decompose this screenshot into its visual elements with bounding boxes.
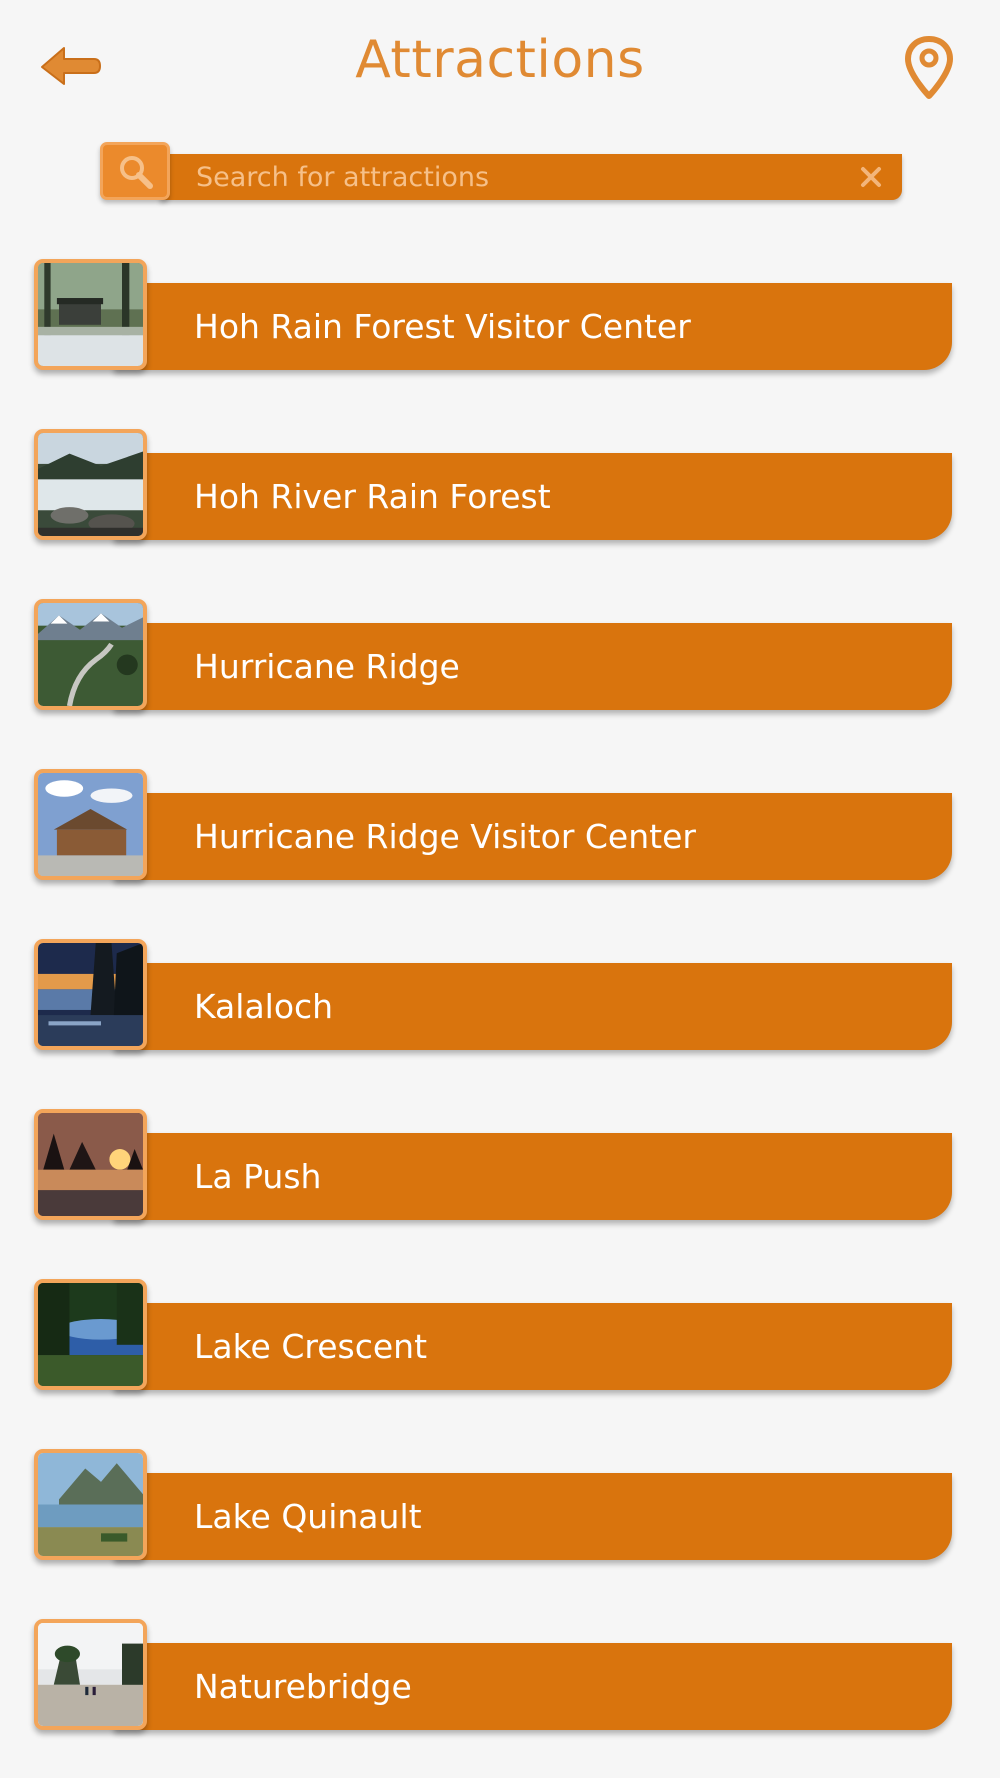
list-item[interactable]: Kalaloch	[34, 939, 954, 1054]
header: Attractions	[0, 0, 1000, 130]
list-item-label: La Push	[194, 1157, 322, 1196]
list-item-label: Lake Quinault	[194, 1497, 422, 1536]
clear-search-button[interactable]	[854, 160, 888, 194]
clear-icon	[861, 167, 881, 187]
list-item-label: Hoh River Rain Forest	[194, 477, 551, 516]
attraction-thumbnail	[34, 429, 147, 540]
list-item-label: Hurricane Ridge	[194, 647, 460, 686]
attraction-thumbnail	[34, 1109, 147, 1220]
list-item[interactable]: Hurricane Ridge	[34, 599, 954, 714]
list-item-label: Naturebridge	[194, 1667, 412, 1706]
search-field	[160, 154, 902, 200]
list-item[interactable]: Hurricane Ridge Visitor Center	[34, 769, 954, 884]
list-item[interactable]: Lake Quinault	[34, 1449, 954, 1564]
search-button[interactable]	[100, 142, 170, 200]
search-icon	[120, 156, 153, 189]
attraction-thumbnail	[34, 1449, 147, 1560]
page-title: Attractions	[355, 30, 645, 90]
attraction-thumbnail	[34, 599, 147, 710]
list-item-label: Hurricane Ridge Visitor Center	[194, 817, 696, 856]
search-input[interactable]	[196, 154, 836, 200]
attraction-thumbnail	[34, 769, 147, 880]
attraction-thumbnail	[34, 259, 147, 370]
list-item[interactable]: Hoh Rain Forest Visitor Center	[34, 259, 954, 374]
search-bar	[100, 142, 902, 200]
map-button[interactable]	[904, 36, 954, 100]
list-item-label: Lake Crescent	[194, 1327, 428, 1366]
attraction-thumbnail	[34, 939, 147, 1050]
list-item[interactable]: La Push	[34, 1109, 954, 1224]
attraction-thumbnail	[34, 1279, 147, 1390]
map-pin-icon	[905, 36, 953, 99]
list-item[interactable]: Naturebridge	[34, 1619, 954, 1734]
attraction-thumbnail	[34, 1619, 147, 1730]
list-item-label: Kalaloch	[194, 987, 334, 1026]
list-item[interactable]: Hoh River Rain Forest	[34, 429, 954, 544]
list-item[interactable]: Lake Crescent	[34, 1279, 954, 1394]
list-item-label: Hoh Rain Forest Visitor Center	[194, 307, 691, 346]
